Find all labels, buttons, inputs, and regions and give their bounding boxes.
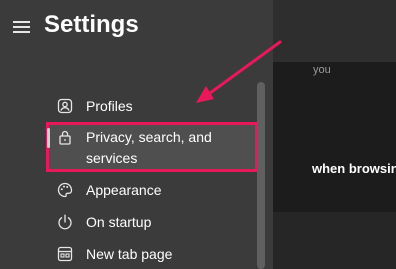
annotation-arrow-icon: [196, 40, 282, 103]
